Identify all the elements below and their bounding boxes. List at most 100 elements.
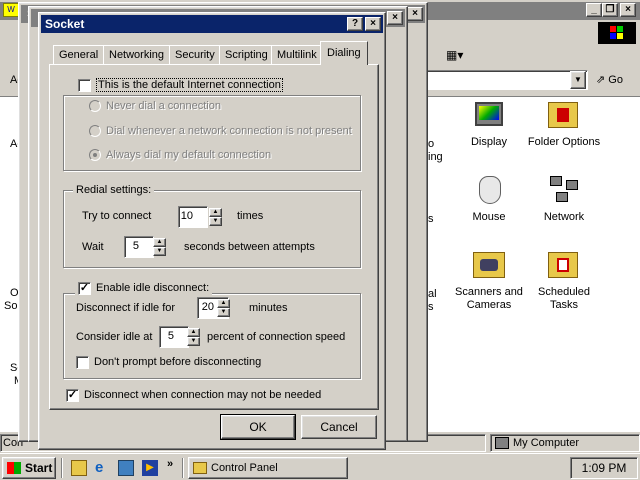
- close-button[interactable]: ×: [387, 11, 403, 25]
- idle-minutes-unit: minutes: [249, 302, 288, 314]
- my-computer-icon: [495, 437, 509, 449]
- close-button[interactable]: ×: [407, 7, 423, 21]
- consider-idle-label: Consider idle at: [76, 331, 153, 343]
- taskbar-button-control-panel[interactable]: Control Panel: [188, 457, 348, 479]
- control-panel-icon: [193, 462, 207, 474]
- idle-disconnect-checkbox[interactable]: ✓: [78, 281, 91, 295]
- display-icon-item[interactable]: Display: [449, 100, 529, 156]
- start-button[interactable]: Start: [2, 457, 56, 479]
- no-prompt-checkbox[interactable]: [76, 355, 89, 369]
- radio-always-dial: Always dial my default connection: [89, 148, 271, 162]
- scanners-cameras-label: Scanners and Cameras: [455, 286, 523, 311]
- idle-minutes-down-button[interactable]: ▼: [217, 308, 230, 317]
- display-label: Display: [470, 136, 508, 148]
- cancel-button[interactable]: Cancel: [301, 415, 377, 439]
- partial-label: al: [428, 288, 437, 300]
- quicklaunch-more-button[interactable]: »: [167, 458, 173, 470]
- wait-seconds-field[interactable]: 5: [124, 236, 154, 258]
- folder-options-icon-item[interactable]: Folder Options: [524, 100, 604, 156]
- radio-never-dial: Never dial a connection: [89, 99, 221, 113]
- tab-dialing[interactable]: Dialing: [320, 41, 368, 65]
- tab-networking[interactable]: Networking: [103, 45, 171, 65]
- try-count-down-button[interactable]: ▼: [209, 217, 222, 226]
- internet-explorer-icon[interactable]: e: [95, 460, 111, 476]
- wait-seconds-up-button[interactable]: ▲: [153, 238, 166, 247]
- try-unit: times: [237, 210, 264, 222]
- disconnect-unneeded-row[interactable]: ✓ Disconnect when connection may not be …: [66, 388, 321, 402]
- partial-label: s: [428, 301, 434, 313]
- windows-logo-icon: [598, 22, 636, 44]
- tab-scripting[interactable]: Scripting: [219, 45, 274, 65]
- outlook-express-icon[interactable]: [118, 460, 134, 476]
- windows-flag-icon: [7, 462, 21, 474]
- views-button[interactable]: ▦▾: [446, 48, 474, 66]
- radio-dial-whenever: Dial whenever a network connection is no…: [89, 124, 352, 138]
- idle-disconnect-label: Enable idle disconnect:: [96, 282, 210, 294]
- radio-label: Always dial my default connection: [106, 149, 272, 161]
- redial-group: [63, 190, 361, 268]
- socket-dialog: Socket ? × General Networking Security S…: [38, 12, 386, 450]
- redial-group-title: Redial settings:: [73, 184, 155, 196]
- restore-button[interactable]: ❐: [602, 3, 618, 17]
- partial-label: ing: [428, 151, 443, 163]
- minimize-button[interactable]: _: [586, 3, 602, 17]
- dialog-titlebar: Socket: [41, 15, 383, 33]
- mouse-icon-item[interactable]: Mouse: [449, 174, 529, 230]
- help-button[interactable]: ?: [347, 17, 363, 31]
- folder-options-label: Folder Options: [527, 136, 601, 148]
- radio-button: [89, 100, 101, 112]
- mouse-icon: [479, 176, 501, 204]
- tab-multilink[interactable]: Multilink: [271, 45, 323, 65]
- ok-button[interactable]: OK: [220, 414, 296, 440]
- folder-options-icon: [548, 102, 578, 128]
- scanners-cameras-icon: [473, 252, 505, 278]
- radio-button: [89, 149, 101, 161]
- clock[interactable]: 1:09 PM: [582, 461, 627, 475]
- taskbar: Start e ▶ » Control Panel 1:09 PM: [0, 453, 640, 480]
- network-label: Network: [543, 211, 585, 223]
- radio-button: [89, 125, 101, 137]
- idle-percent-down-button[interactable]: ▼: [187, 337, 200, 346]
- address-dropdown-button[interactable]: ▼: [570, 71, 586, 89]
- radio-label: Dial whenever a network connection is no…: [106, 125, 352, 137]
- scheduled-tasks-icon-item[interactable]: Scheduled Tasks: [524, 250, 604, 314]
- partial-label: s: [428, 213, 434, 225]
- scanners-cameras-icon-item[interactable]: Scanners and Cameras: [449, 250, 529, 314]
- scheduled-tasks-icon: [548, 252, 578, 278]
- display-icon: [475, 102, 503, 126]
- media-player-icon[interactable]: ▶: [142, 460, 158, 476]
- close-button[interactable]: ×: [620, 3, 636, 17]
- disconnect-idle-label: Disconnect if idle for: [76, 302, 176, 314]
- status-pane-right: My Computer: [490, 434, 640, 452]
- default-connection-checkbox-row[interactable]: This is the default Internet connection: [75, 78, 286, 92]
- default-connection-checkbox[interactable]: [78, 78, 91, 92]
- go-button[interactable]: ⇗ Go: [596, 71, 636, 89]
- no-prompt-label: Don't prompt before disconnecting: [94, 356, 262, 368]
- app-icon: W: [3, 3, 19, 17]
- dialog-title: Socket: [45, 17, 85, 31]
- show-desktop-icon[interactable]: [71, 460, 87, 476]
- tab-security[interactable]: Security: [169, 45, 221, 65]
- disconnect-unneeded-label: Disconnect when connection may not be ne…: [84, 389, 322, 401]
- wait-label: Wait: [82, 241, 104, 253]
- try-count-up-button[interactable]: ▲: [209, 208, 222, 217]
- close-button[interactable]: ×: [365, 17, 381, 31]
- idle-percent-unit: percent of connection speed: [207, 331, 346, 343]
- no-prompt-row[interactable]: Don't prompt before disconnecting: [76, 355, 261, 369]
- disconnect-unneeded-checkbox[interactable]: ✓: [66, 388, 79, 402]
- default-connection-label: This is the default Internet connection: [96, 78, 283, 92]
- network-icon-item[interactable]: Network: [524, 174, 604, 230]
- wait-unit: seconds between attempts: [184, 241, 315, 253]
- idle-minutes-up-button[interactable]: ▲: [217, 299, 230, 308]
- try-count-field[interactable]: 10: [178, 206, 208, 228]
- address-field[interactable]: [426, 70, 588, 90]
- idle-percent-field[interactable]: 5: [159, 326, 189, 348]
- idle-disconnect-checkbox-row[interactable]: ✓ Enable idle disconnect:: [75, 281, 213, 295]
- tab-general[interactable]: General: [53, 45, 105, 65]
- wait-seconds-down-button[interactable]: ▼: [153, 247, 166, 256]
- quicklaunch-divider: [182, 458, 184, 478]
- go-arrow-icon: ⇗: [596, 74, 606, 86]
- idle-percent-up-button[interactable]: ▲: [187, 328, 200, 337]
- try-label: Try to connect: [82, 210, 152, 222]
- quicklaunch-divider: [61, 458, 63, 478]
